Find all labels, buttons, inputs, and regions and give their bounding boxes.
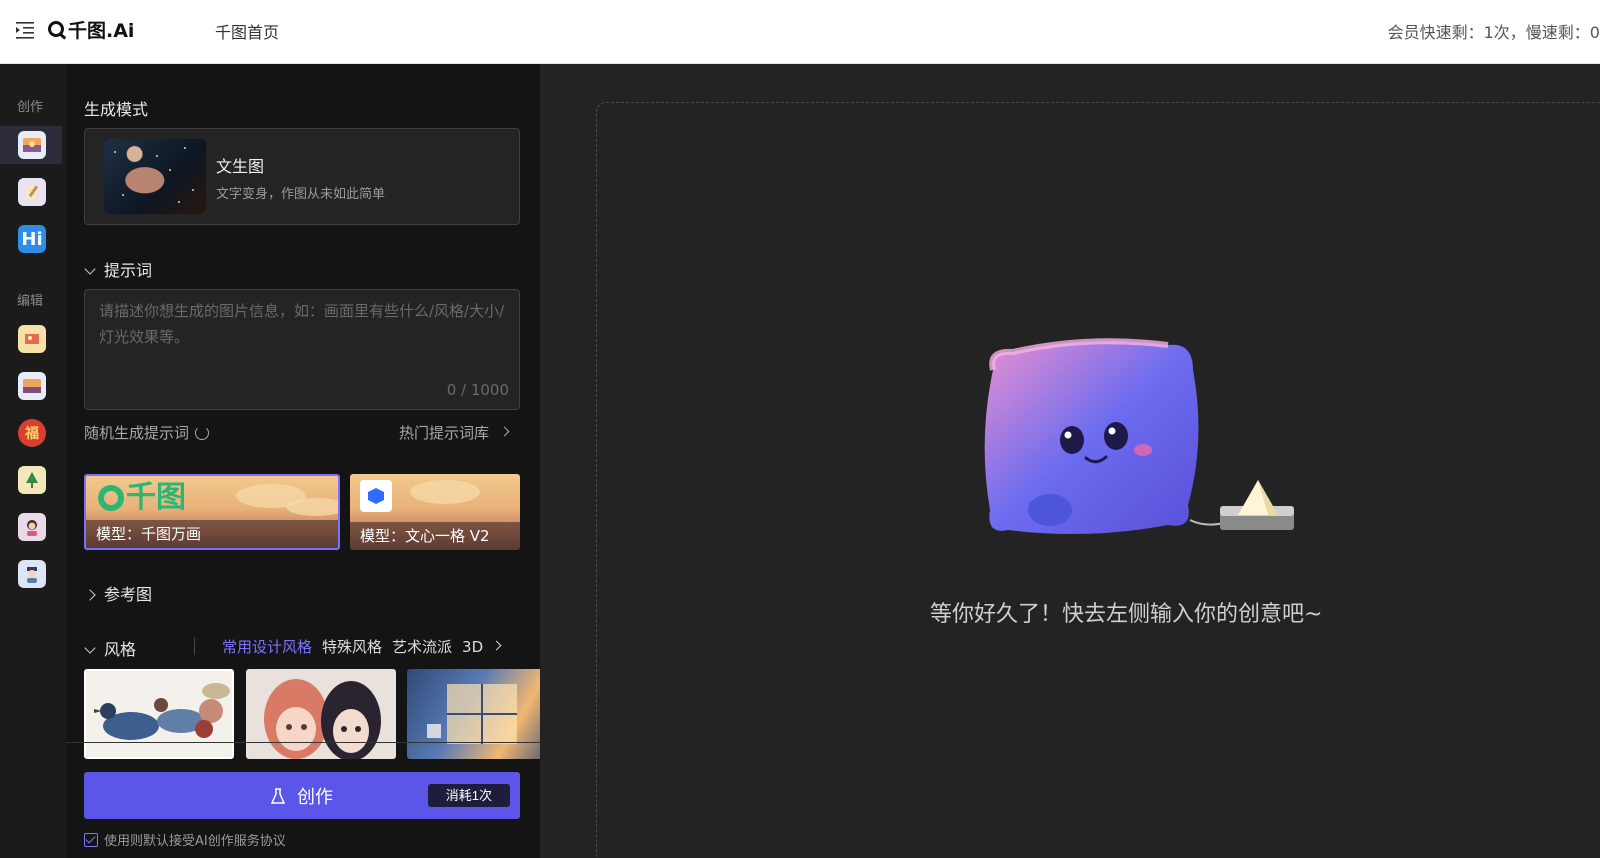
random-prompt-button[interactable]: 随机生成提示词	[84, 422, 210, 443]
qiantu-ai-logo[interactable]: 千图.Ai	[48, 14, 134, 44]
chevron-down-icon	[84, 642, 96, 654]
mode-section-title: 生成模式	[84, 100, 149, 119]
rail-item-portrait[interactable]	[0, 508, 62, 546]
mode-title: 文生图	[216, 157, 265, 176]
rail-item-tree[interactable]	[0, 461, 62, 499]
tab-common-design[interactable]: 常用设计风格	[222, 636, 312, 657]
tab-divider	[194, 637, 195, 655]
refresh-icon	[195, 425, 210, 440]
chevron-right-icon	[84, 589, 96, 601]
tab-3d[interactable]: 3D	[462, 638, 483, 656]
prompt-section-title: 提示词	[104, 261, 153, 280]
rail-item-text-to-image[interactable]	[0, 126, 62, 164]
model-card-qiantu[interactable]: 千图 模型：千图万画	[84, 474, 340, 550]
hot-prompts-label: 热门提示词库	[398, 424, 489, 442]
agreement-text[interactable]: 使用则默认接受AI创作服务协议	[104, 830, 286, 849]
tree-icon	[18, 466, 46, 494]
create-button-label: 创作	[297, 786, 333, 807]
model-card-wenxin[interactable]: 模型：文心一格 V2	[350, 474, 520, 550]
wenxin-logo-icon	[360, 480, 392, 512]
photo-edit-icon	[18, 325, 46, 353]
rail-item-sketch[interactable]	[0, 173, 62, 211]
model-label: 模型：千图万画	[86, 520, 338, 548]
tab-art-movement[interactable]: 艺术流派	[392, 636, 452, 657]
prompt-char-counter: 0 / 1000	[446, 381, 509, 399]
reference-section-toggle[interactable]: 参考图	[84, 581, 153, 605]
tool-rail: 创作 Hi 编辑 福	[0, 64, 66, 858]
rail-item-photo-edit[interactable]	[0, 320, 62, 358]
style-thumbnail-birds[interactable]	[84, 669, 234, 759]
chevron-down-icon	[84, 263, 96, 275]
rail-item-hi-text[interactable]: Hi	[0, 220, 62, 258]
portrait-icon	[18, 513, 46, 541]
mode-thumbnail	[104, 139, 206, 214]
agreement-checkbox[interactable]	[84, 832, 98, 847]
prompt-box: 0 / 1000	[84, 289, 520, 410]
empty-state-message: 等你好久了！快去左侧输入你的创意吧~	[930, 602, 1323, 627]
chevron-right-icon	[499, 426, 510, 437]
cost-badge: 消耗1次	[427, 784, 510, 807]
flask-icon	[271, 787, 285, 804]
qiantu-brand-text: 千图	[126, 480, 186, 515]
style-thumbnail-room[interactable]	[407, 669, 540, 759]
agreement-row: 使用则默认接受AI创作服务协议	[84, 830, 286, 849]
rail-edit-label: 编辑	[16, 294, 43, 309]
avatar-icon	[18, 560, 46, 588]
qiantu-ring-icon	[98, 485, 124, 511]
prompt-section-toggle[interactable]: 提示词	[84, 257, 153, 281]
rail-item-avatar[interactable]	[0, 555, 62, 593]
menu-toggle-icon[interactable]	[16, 21, 36, 39]
hi-text-icon: Hi	[18, 225, 46, 253]
style-thumbnail-anime[interactable]	[246, 669, 396, 759]
logo-text: 千图.Ai	[68, 19, 135, 42]
style-section-title: 风格	[104, 640, 137, 659]
top-bar: 千图.Ai 千图首页 会员快速剩：1次，慢速剩：0	[0, 0, 1600, 64]
control-panel: 生成模式 文生图 文字变身，作图从未如此简单 提示词 0 / 1000 随机生成…	[66, 64, 540, 858]
qiantu-model-logo: 千图	[98, 482, 186, 514]
sunset-image-icon	[18, 372, 46, 400]
model-label: 模型：文心一格 V2	[350, 522, 520, 550]
chevron-right-icon[interactable]	[491, 640, 502, 651]
rail-item-fortune[interactable]: 福	[0, 414, 62, 452]
home-link[interactable]: 千图首页	[215, 19, 279, 43]
hot-prompts-link[interactable]: 热门提示词库	[399, 422, 518, 443]
sketch-icon	[18, 178, 46, 206]
reference-section-title: 参考图	[104, 585, 153, 604]
rail-item-sunset-image[interactable]	[0, 367, 62, 405]
footer-separator	[66, 742, 540, 743]
logo-ring-icon	[48, 21, 64, 37]
pillow-mascot-illustration	[984, 338, 1294, 534]
membership-quota: 会员快速剩：1次，慢速剩：0	[1387, 23, 1600, 42]
style-tabs: 常用设计风格 特殊风格 艺术流派 3D	[222, 636, 510, 657]
fortune-icon: 福	[18, 419, 46, 447]
random-prompt-label: 随机生成提示词	[84, 424, 190, 442]
mode-card-text-to-image[interactable]: 文生图 文字变身，作图从未如此简单	[84, 128, 520, 225]
mode-description: 文字变身，作图从未如此简单	[216, 187, 386, 202]
create-button[interactable]: 创作 消耗1次	[84, 772, 520, 819]
tab-special-style[interactable]: 特殊风格	[322, 636, 382, 657]
rail-create-label: 创作	[16, 100, 43, 115]
style-section-toggle[interactable]: 风格	[84, 636, 137, 660]
text-to-image-icon	[18, 131, 46, 159]
